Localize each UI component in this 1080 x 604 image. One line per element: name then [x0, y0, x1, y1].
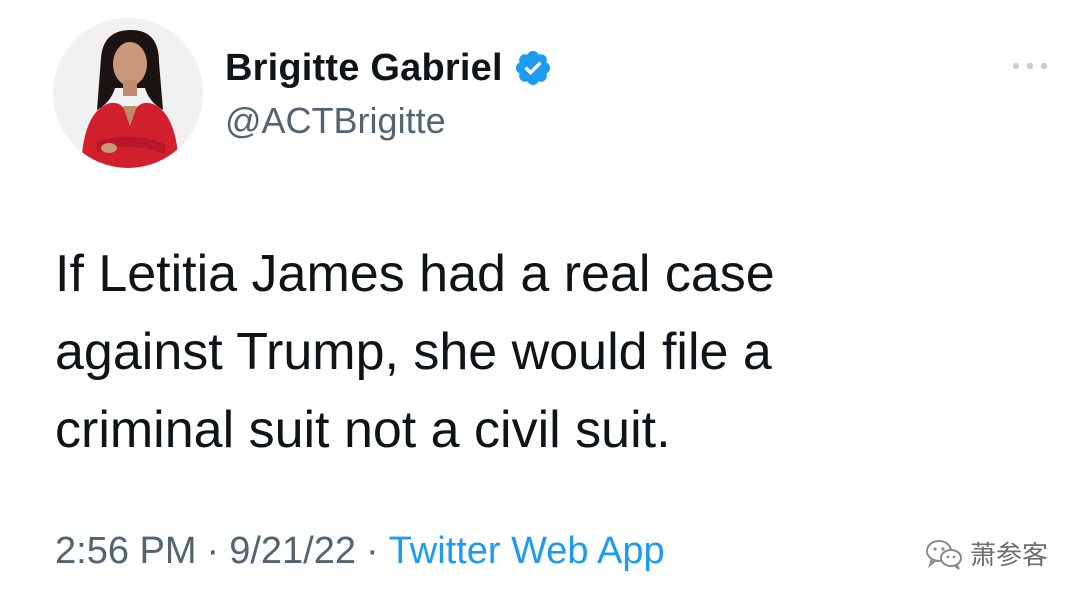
- wechat-icon: [925, 539, 962, 570]
- meta-separator: ·: [365, 530, 379, 572]
- tweet-meta: 2:56 PM · 9/21/22 · Twitter Web App: [55, 530, 665, 573]
- meta-separator: ·: [206, 530, 220, 572]
- tweet-text: If Letitia James had a real case against…: [55, 245, 775, 459]
- verified-badge-icon: [513, 48, 553, 88]
- watermark-text: 萧参客: [969, 541, 1048, 571]
- tweet-card: Brigitte Gabriel @ACTBrigitte If Letitia…: [0, 0, 1080, 604]
- more-options-button[interactable]: [1008, 50, 1052, 82]
- tweet-date[interactable]: 9/21/22: [229, 530, 356, 573]
- author-name-row[interactable]: Brigitte Gabriel: [225, 42, 553, 94]
- avatar-image: [53, 18, 203, 168]
- author-display-name[interactable]: Brigitte Gabriel: [225, 47, 503, 90]
- author-handle[interactable]: @ACTBrigitte: [225, 100, 446, 142]
- author-avatar[interactable]: [53, 18, 203, 168]
- more-horizontal-icon: [1012, 62, 1048, 70]
- watermark: 萧参客: [924, 535, 1048, 572]
- tweet-time[interactable]: 2:56 PM: [55, 530, 197, 573]
- tweet-source-link[interactable]: Twitter Web App: [389, 530, 665, 573]
